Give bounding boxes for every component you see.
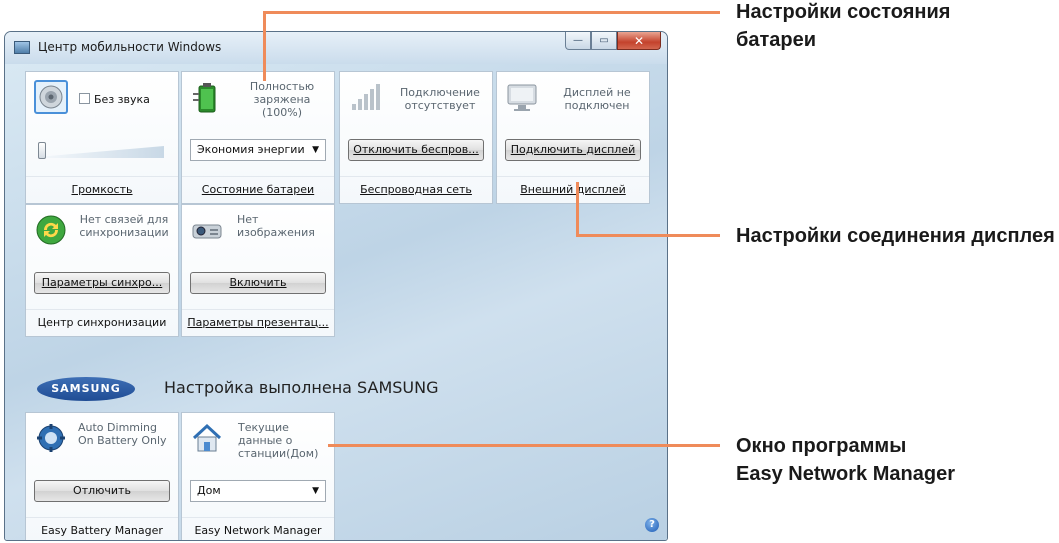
sync-settings-button[interactable]: Параметры синхро...	[34, 272, 170, 294]
volume-caption-label: Громкость	[71, 183, 133, 196]
volume-caption[interactable]: Громкость	[26, 176, 178, 203]
presentation-caption-label: Параметры презентац...	[187, 316, 329, 329]
battery-caption-label: Состояние батареи	[201, 183, 315, 196]
sync-icon[interactable]	[34, 213, 68, 247]
sync-caption-label: Центр синхронизации	[37, 316, 167, 329]
display-status: Дисплей не подключен	[563, 86, 631, 112]
chevron-down-icon: ▼	[312, 486, 319, 496]
callout-line-battery-horizontal	[263, 11, 720, 14]
tile-battery: Полностью заряжена (100%) Экономия энерг…	[181, 71, 335, 204]
display-caption-label: Внешний дисплей	[520, 183, 626, 196]
sync-settings-button-label: Параметры синхро...	[41, 276, 163, 289]
volume-track	[40, 146, 164, 158]
callout-battery-label: Настройки состояния батареи	[736, 1, 951, 51]
callout-line-network	[328, 444, 720, 447]
disable-wireless-button[interactable]: Отключить беспров...	[348, 139, 484, 161]
wireless-caption-label: Беспроводная сеть	[360, 183, 472, 196]
caption-buttons: — ▭ ✕	[565, 32, 661, 52]
mobility-center-window: Центр мобильности Windows — ▭ ✕ Без звук…	[4, 31, 668, 541]
battery-manager-icon[interactable]	[34, 421, 68, 455]
minimize-button[interactable]: —	[565, 32, 591, 50]
window-content: Без звука Громкость Полностью заряжена (…	[5, 64, 667, 540]
samsung-logo: SAMSUNG	[37, 377, 135, 401]
mute-checkbox[interactable]	[79, 93, 90, 104]
connect-display-button-label: Подключить дисплей	[510, 143, 636, 156]
tile-easy-network-manager: Текущие данные о станции(Дом) Дом ▼ Easy…	[181, 412, 335, 540]
maximize-button[interactable]: ▭	[591, 32, 617, 50]
projector-icon[interactable]	[190, 213, 224, 247]
enable-presentation-button[interactable]: Включить	[190, 272, 326, 294]
disable-wireless-button-label: Отключить беспров...	[353, 143, 479, 156]
network-manager-caption[interactable]: Easy Network Manager	[182, 517, 334, 540]
sync-caption[interactable]: Центр синхронизации	[26, 309, 178, 336]
tile-display: Дисплей не подключен Подключить дисплей …	[496, 71, 650, 204]
power-plan-value: Экономия энергии	[197, 143, 305, 156]
window-title: Центр мобильности Windows	[38, 40, 222, 54]
enable-presentation-button-label: Включить	[229, 276, 287, 289]
network-manager-status: Текущие данные о станции(Дом)	[238, 421, 319, 460]
mobility-center-icon	[14, 41, 30, 54]
help-icon[interactable]: ?	[645, 518, 659, 532]
tile-easy-battery-manager: Auto Dimming On Battery Only Отлючить Ea…	[25, 412, 179, 540]
close-button[interactable]: ✕	[617, 32, 661, 50]
disable-dimming-button[interactable]: Отлючить	[34, 480, 170, 502]
battery-caption[interactable]: Состояние батареи	[182, 176, 334, 203]
tile-presentation: Нет изображения Включить Параметры презе…	[181, 204, 335, 337]
location-select[interactable]: Дом ▼	[190, 480, 326, 502]
chevron-down-icon: ▼	[312, 145, 319, 155]
battery-icon[interactable]	[190, 80, 224, 114]
presentation-status: Нет изображения	[237, 213, 315, 239]
monitor-icon[interactable]	[505, 80, 539, 114]
tile-wireless: Подключение отсутствует Отключить беспро…	[339, 71, 493, 204]
display-caption[interactable]: Внешний дисплей	[497, 176, 649, 203]
wireless-caption[interactable]: Беспроводная сеть	[340, 176, 492, 203]
battery-manager-caption[interactable]: Easy Battery Manager	[26, 517, 178, 540]
presentation-caption[interactable]: Параметры презентац...	[182, 309, 334, 336]
location-value: Дом	[197, 484, 221, 497]
callout-network-label: Окно программы Easy Network Manager	[736, 435, 955, 485]
callout-line-display-vertical	[576, 182, 579, 237]
tile-sync: Нет связей для синхронизации Параметры с…	[25, 204, 179, 337]
battery-status: Полностью заряжена (100%)	[249, 80, 315, 119]
callout-line-display-horizontal	[576, 234, 720, 237]
mute-checkbox-label: Без звука	[94, 93, 150, 106]
battery-manager-status: Auto Dimming On Battery Only	[78, 421, 167, 447]
network-manager-caption-label: Easy Network Manager	[194, 524, 322, 537]
tile-volume: Без звука Громкость	[25, 71, 179, 204]
callout-display-label: Настройки соединения дисплея	[736, 225, 1055, 247]
connect-display-button[interactable]: Подключить дисплей	[505, 139, 641, 161]
callout-line-battery-vertical	[263, 11, 266, 81]
home-network-icon[interactable]	[190, 421, 224, 455]
battery-manager-caption-label: Easy Battery Manager	[41, 524, 163, 537]
samsung-section-title: Настройка выполнена SAMSUNG	[164, 378, 439, 397]
volume-slider-thumb[interactable]	[38, 142, 46, 159]
wireless-status: Подключение отсутствует	[400, 86, 480, 112]
title-bar[interactable]: Центр мобильности Windows — ▭ ✕	[5, 32, 667, 64]
disable-dimming-button-label: Отлючить	[73, 484, 131, 497]
speaker-icon[interactable]	[34, 80, 68, 114]
power-plan-select[interactable]: Экономия энергии ▼	[190, 139, 326, 161]
signal-bars-icon[interactable]	[348, 80, 382, 114]
sync-status: Нет связей для синхронизации	[79, 213, 169, 239]
